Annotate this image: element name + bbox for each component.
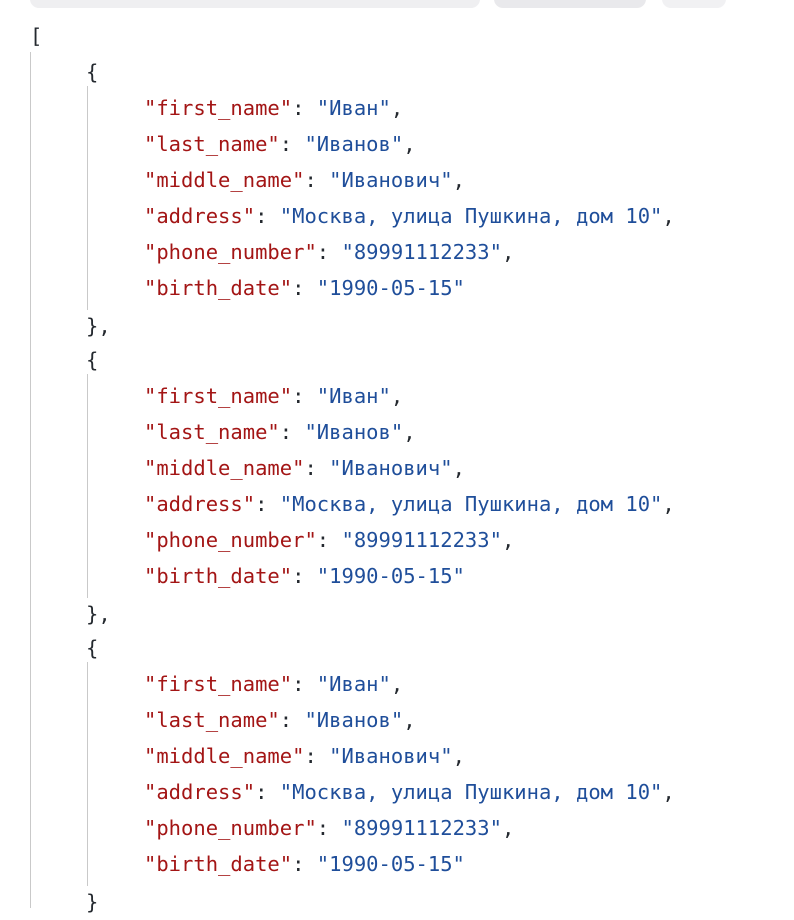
json-field-line[interactable]: "birth_date": "1990-05-15" bbox=[144, 270, 465, 306]
json-key: "last_name" bbox=[144, 132, 280, 156]
comma: , bbox=[390, 672, 404, 696]
object-open-brace: { bbox=[86, 636, 99, 660]
comma: , bbox=[662, 780, 675, 804]
comma: , bbox=[452, 168, 465, 192]
json-key: "middle_name" bbox=[144, 168, 305, 192]
indent-guide-object bbox=[87, 86, 88, 310]
json-value: "1990-05-15" bbox=[316, 564, 465, 588]
comma: , bbox=[501, 240, 515, 264]
colon: : bbox=[304, 744, 330, 768]
json-field-line[interactable]: "first_name": "Иван", bbox=[144, 90, 403, 126]
comma: , bbox=[501, 528, 515, 552]
json-key: "first_name" bbox=[144, 384, 293, 408]
json-value: "Москва, улица Пушкина, дом 10" bbox=[279, 204, 663, 228]
comma: , bbox=[403, 132, 416, 156]
json-value: "Иванович" bbox=[329, 456, 453, 480]
object-close-brace: }, bbox=[86, 314, 111, 338]
colon: : bbox=[304, 168, 330, 192]
json-key: "first_name" bbox=[144, 672, 293, 696]
json-key: "phone_number" bbox=[144, 528, 317, 552]
colon: : bbox=[316, 816, 342, 840]
json-field-line[interactable]: "last_name": "Иванов", bbox=[144, 702, 416, 738]
json-field-line[interactable]: "middle_name": "Иванович", bbox=[144, 450, 465, 486]
json-value: "Иванов" bbox=[304, 420, 404, 444]
json-value: "89991112233" bbox=[341, 528, 502, 552]
json-field-line[interactable]: "address": "Москва, улица Пушкина, дом 1… bbox=[144, 486, 675, 522]
json-field-line[interactable]: "middle_name": "Иванович", bbox=[144, 738, 465, 774]
json-field-line[interactable]: "last_name": "Иванов", bbox=[144, 414, 416, 450]
json-value: "1990-05-15" bbox=[316, 852, 465, 876]
colon: : bbox=[292, 672, 317, 696]
json-field-line[interactable]: "last_name": "Иванов", bbox=[144, 126, 416, 162]
json-field-line[interactable]: "phone_number": "89991112233", bbox=[144, 234, 514, 270]
indent-guide-object bbox=[87, 662, 88, 886]
json-value: "Иванович" bbox=[329, 744, 453, 768]
json-field-line[interactable]: "middle_name": "Иванович", bbox=[144, 162, 465, 198]
colon: : bbox=[292, 564, 317, 588]
comma: , bbox=[390, 384, 404, 408]
colon: : bbox=[304, 456, 330, 480]
colon: : bbox=[292, 852, 317, 876]
json-field-line[interactable]: "birth_date": "1990-05-15" bbox=[144, 558, 465, 594]
array-open-bracket: [ bbox=[30, 24, 43, 48]
json-key: "birth_date" bbox=[144, 276, 293, 300]
indent-guide-object bbox=[87, 374, 88, 598]
json-value: "89991112233" bbox=[341, 240, 502, 264]
object-close-brace: }, bbox=[86, 602, 111, 626]
json-value: "Москва, улица Пушкина, дом 10" bbox=[279, 492, 663, 516]
colon: : bbox=[279, 132, 305, 156]
json-key: "address" bbox=[144, 204, 256, 228]
colon: : bbox=[292, 96, 317, 120]
json-field-line[interactable]: "phone_number": "89991112233", bbox=[144, 810, 514, 846]
json-key: "birth_date" bbox=[144, 852, 293, 876]
json-key: "phone_number" bbox=[144, 816, 317, 840]
comma: , bbox=[662, 492, 675, 516]
json-key: "middle_name" bbox=[144, 456, 305, 480]
comma: , bbox=[452, 744, 465, 768]
object-close-brace: } bbox=[86, 890, 99, 914]
json-key: "address" bbox=[144, 780, 256, 804]
indent-guide-array bbox=[30, 52, 31, 908]
colon: : bbox=[279, 708, 305, 732]
json-field-line[interactable]: "first_name": "Иван", bbox=[144, 378, 403, 414]
colon: : bbox=[255, 492, 280, 516]
json-field-line[interactable]: "address": "Москва, улица Пушкина, дом 1… bbox=[144, 774, 675, 810]
json-key: "middle_name" bbox=[144, 744, 305, 768]
json-key: "phone_number" bbox=[144, 240, 317, 264]
json-value: "Иванов" bbox=[304, 708, 404, 732]
json-key: "address" bbox=[144, 492, 256, 516]
json-key: "last_name" bbox=[144, 420, 280, 444]
json-key: "last_name" bbox=[144, 708, 280, 732]
comma: , bbox=[403, 420, 416, 444]
json-value: "Иван" bbox=[316, 96, 391, 120]
comma: , bbox=[390, 96, 404, 120]
object-open-brace: { bbox=[86, 348, 99, 372]
json-field-line[interactable]: "phone_number": "89991112233", bbox=[144, 522, 514, 558]
colon: : bbox=[316, 528, 342, 552]
colon: : bbox=[279, 420, 305, 444]
colon: : bbox=[292, 276, 317, 300]
json-value: "1990-05-15" bbox=[316, 276, 465, 300]
colon: : bbox=[255, 204, 280, 228]
colon: : bbox=[316, 240, 342, 264]
json-code-viewer: [ {"first_name": "Иван", "last_name": "Ив… bbox=[0, 0, 794, 914]
json-key: "birth_date" bbox=[144, 564, 293, 588]
json-value: "Иванов" bbox=[304, 132, 404, 156]
comma: , bbox=[403, 708, 416, 732]
json-value: "89991112233" bbox=[341, 816, 502, 840]
json-field-line[interactable]: "birth_date": "1990-05-15" bbox=[144, 846, 465, 882]
comma: , bbox=[662, 204, 675, 228]
json-key: "first_name" bbox=[144, 96, 293, 120]
json-value: "Иван" bbox=[316, 384, 391, 408]
comma: , bbox=[501, 816, 515, 840]
comma: , bbox=[452, 456, 465, 480]
colon: : bbox=[292, 384, 317, 408]
json-value: "Москва, улица Пушкина, дом 10" bbox=[279, 780, 663, 804]
json-field-line[interactable]: "first_name": "Иван", bbox=[144, 666, 403, 702]
colon: : bbox=[255, 780, 280, 804]
json-value: "Иванович" bbox=[329, 168, 453, 192]
json-value: "Иван" bbox=[316, 672, 391, 696]
json-field-line[interactable]: "address": "Москва, улица Пушкина, дом 1… bbox=[144, 198, 675, 234]
object-open-brace: { bbox=[86, 60, 99, 84]
